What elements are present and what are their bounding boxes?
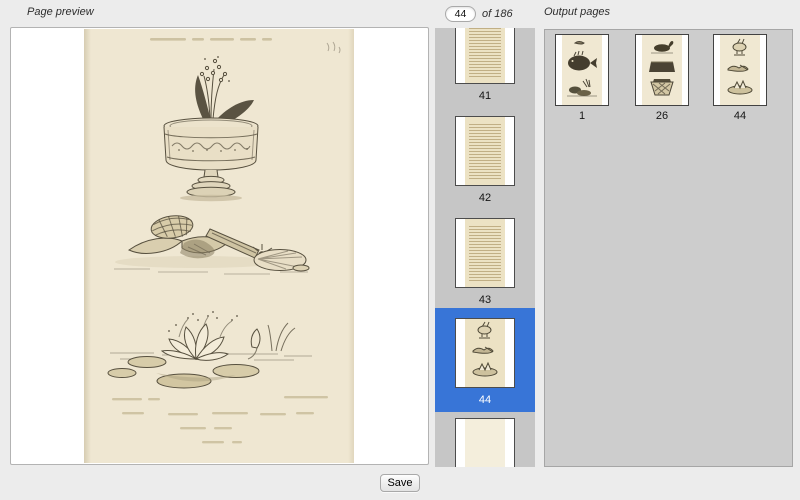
thumbnail-page-number: 42 [435, 192, 535, 204]
water-lily-etching [108, 311, 312, 388]
thumbnail-image [455, 218, 515, 288]
thumbnail-image [713, 34, 767, 106]
thumbnail-image [455, 116, 515, 186]
plate-page-thumbnail [465, 319, 505, 387]
page-total-label: of 186 [482, 8, 513, 20]
output-page-number: 1 [555, 110, 609, 122]
page-number-input[interactable] [445, 6, 476, 22]
thumbnail-image [455, 28, 515, 84]
text-page-thumbnail [465, 219, 505, 287]
mini-plate-aquarium-icon [720, 35, 760, 105]
strip-thumbnail-44-selected[interactable]: 44 [435, 308, 535, 412]
mini-plate-aquarium-icon [465, 319, 505, 387]
thumbnail-image [455, 418, 515, 467]
preview-panel [10, 27, 429, 465]
faint-caption-text [112, 396, 328, 443]
thumbnail-page-number: 43 [435, 294, 535, 306]
mini-plate-fish-icon [562, 35, 602, 105]
thumbnail-page-number: 44 [435, 394, 535, 406]
output-page-number: 44 [713, 110, 767, 122]
output-panel: 1 [544, 29, 793, 467]
text-page-thumbnail [465, 117, 505, 185]
output-pages-label: Output pages [544, 6, 610, 18]
thumbnail-image [555, 34, 609, 106]
thumbnail-strip: 41 42 43 [435, 28, 535, 467]
page-scan [84, 29, 354, 463]
output-page-number: 26 [635, 110, 689, 122]
pencil-mark [327, 42, 340, 53]
thumbnail-image [455, 318, 515, 388]
page-preview-label: Page preview [27, 6, 94, 18]
text-page-thumbnail [465, 28, 505, 83]
thumbnail-page-number: 41 [435, 90, 535, 102]
shells-etching [114, 213, 309, 274]
aquarium-etching [164, 56, 258, 201]
thumbnail-image [635, 34, 689, 106]
save-button[interactable]: Save [380, 474, 420, 492]
page-plate-illustration [84, 29, 354, 463]
mini-plate-duck-icon [642, 35, 682, 105]
blank-page-thumbnail [465, 419, 505, 467]
